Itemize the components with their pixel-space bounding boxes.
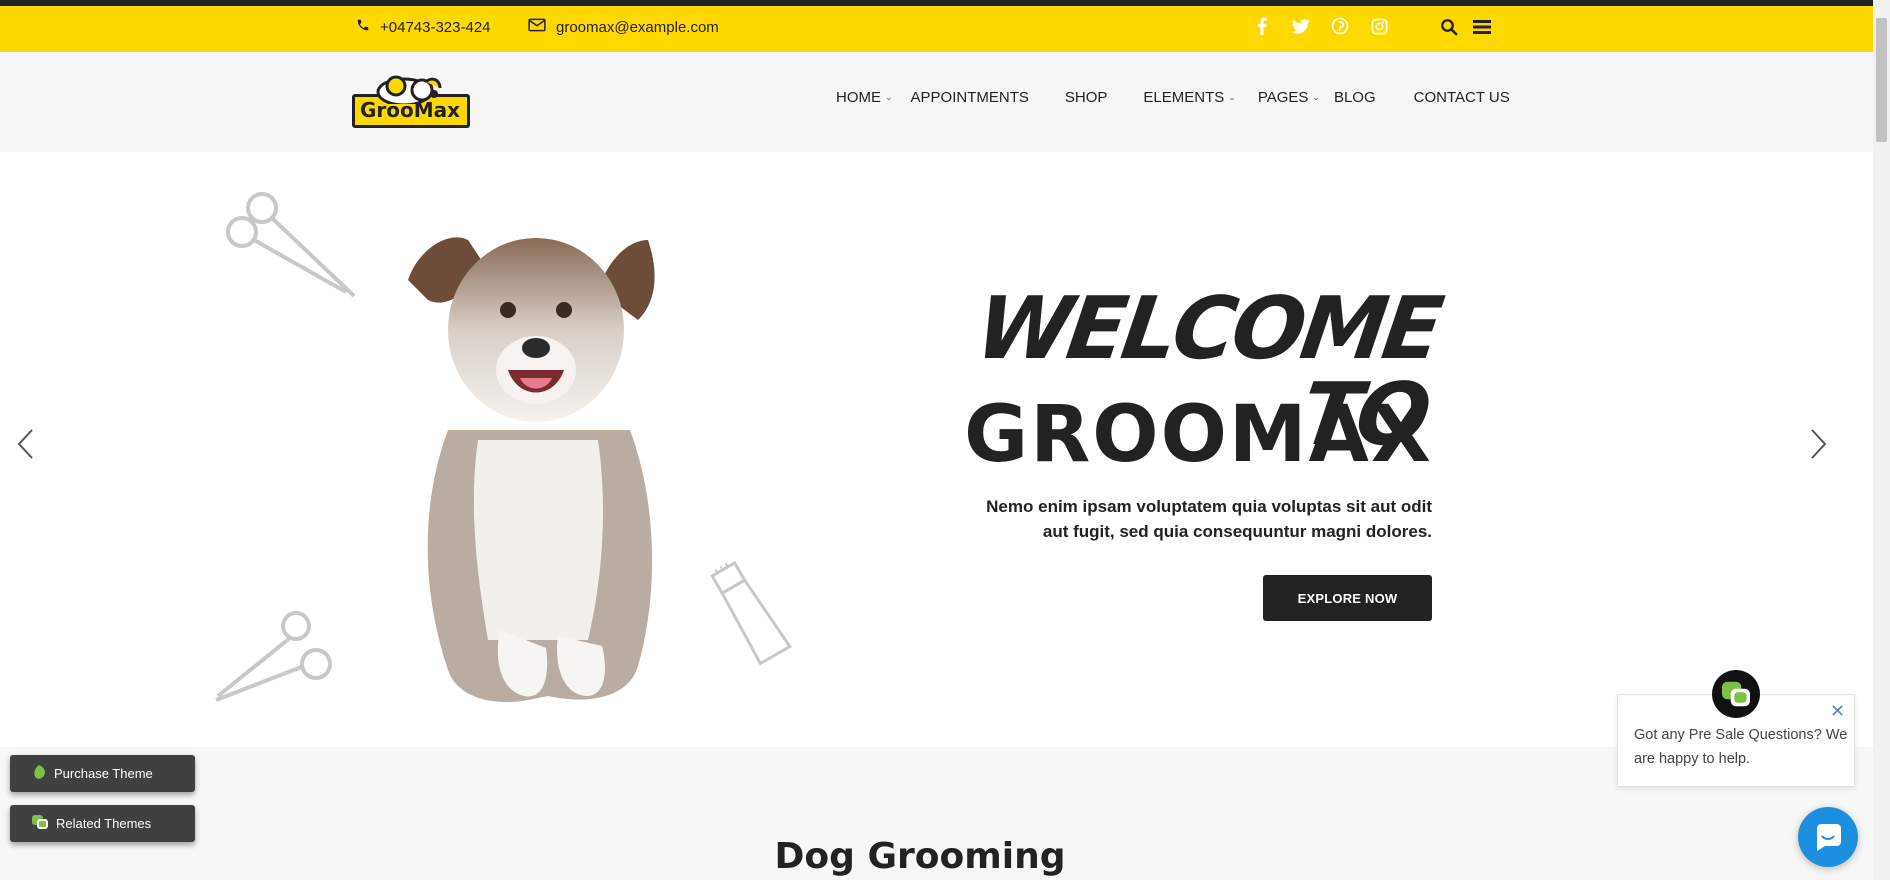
- pinterest-icon[interactable]: [1330, 16, 1350, 36]
- nav-item-blog[interactable]: BLOG: [1334, 89, 1376, 106]
- email-contact[interactable]: groomax@example.com: [528, 18, 719, 36]
- scrollbar-thumb[interactable]: [1876, 18, 1887, 142]
- main-nav: HOME ⌄ APPOINTMENTS SHOP ELEMENTS ⌄ PAGE…: [836, 89, 1510, 106]
- nav-item-contact-us[interactable]: CONTACT US: [1414, 89, 1510, 106]
- nav-item-label: PAGES: [1257, 89, 1309, 106]
- nav-item-label: ELEMENTS: [1143, 89, 1225, 106]
- nav-item-pages[interactable]: PAGES ⌄: [1258, 89, 1320, 106]
- clipper-icon: [710, 560, 793, 666]
- dog-photo: [408, 237, 655, 703]
- nav-item-label: CONTACT US: [1413, 89, 1510, 106]
- chat-avatar: [1712, 670, 1760, 718]
- nav-item-label: BLOG: [1333, 89, 1376, 106]
- nav-item-label: SHOP: [1064, 89, 1108, 106]
- top-info-bar: +04743-323-424 groomax@example.com: [0, 6, 1873, 52]
- section-title: Dog Grooming: [774, 836, 1066, 877]
- logo-text: GrooMax: [360, 98, 461, 122]
- phone-contact[interactable]: +04743-323-424: [356, 18, 491, 36]
- nav-item-appointments[interactable]: APPOINTMENTS: [911, 89, 1029, 106]
- slider-prev-arrow-icon[interactable]: [16, 428, 36, 465]
- chat-icon: [1817, 824, 1841, 851]
- close-icon[interactable]: ✕: [1830, 701, 1845, 722]
- leaf-icon: [32, 764, 46, 783]
- site-logo[interactable]: GrooMax: [350, 70, 472, 132]
- facebook-icon[interactable]: [1252, 16, 1272, 36]
- chevron-down-icon: ⌄: [885, 92, 893, 102]
- page: +04743-323-424 groomax@example.com GrooM…: [0, 0, 1890, 880]
- hamburger-menu-icon[interactable]: [1473, 19, 1491, 40]
- nav-item-shop[interactable]: SHOP: [1065, 89, 1108, 106]
- hero-subtitle: Nemo enim ipsam voluptatem quia voluptas…: [986, 497, 1432, 541]
- social-links: [1252, 16, 1389, 36]
- related-themes-button[interactable]: Related Themes: [10, 805, 195, 842]
- phone-icon: [356, 18, 370, 36]
- nav-item-label: HOME: [836, 89, 881, 106]
- slider-next-arrow-icon[interactable]: [1808, 428, 1828, 465]
- hero-brand-heading: GROOMAX: [964, 390, 1433, 480]
- nav-item-label: APPOINTMENTS: [910, 89, 1029, 106]
- instagram-icon[interactable]: [1369, 16, 1389, 36]
- hero-slider: WELCOME TO GROOMAX Nemo enim ipsam volup…: [0, 152, 1873, 747]
- envelope-icon: [528, 18, 546, 36]
- explore-now-button[interactable]: EXPLORE NOW: [1263, 575, 1432, 621]
- email-address: groomax@example.com: [556, 18, 719, 36]
- search-icon[interactable]: [1440, 18, 1458, 41]
- chat-brand-icon: [1722, 681, 1750, 707]
- purchase-theme-button[interactable]: Purchase Theme: [10, 755, 195, 792]
- nav-item-elements[interactable]: ELEMENTS ⌄: [1143, 89, 1235, 106]
- chat-bubble-icon: [32, 814, 48, 833]
- phone-number: +04743-323-424: [380, 18, 491, 36]
- chevron-down-icon: ⌄: [1228, 92, 1236, 102]
- chat-launcher-button[interactable]: [1798, 807, 1858, 867]
- nav-item-home[interactable]: HOME ⌄: [836, 89, 893, 106]
- purchase-theme-label: Purchase Theme: [54, 766, 153, 781]
- related-themes-label: Related Themes: [56, 816, 152, 831]
- main-header: GrooMax HOME ⌄ APPOINTMENTS SHOP ELEMENT…: [0, 52, 1873, 204]
- chat-message: Got any Pre Sale Questions? We are happy…: [1634, 727, 1848, 767]
- twitter-icon[interactable]: [1291, 16, 1311, 36]
- scissors-icon: [226, 192, 356, 298]
- scissors-icon: [215, 611, 332, 702]
- page-scrollbar[interactable]: [1873, 0, 1890, 880]
- chevron-down-icon: ⌄: [1312, 92, 1320, 102]
